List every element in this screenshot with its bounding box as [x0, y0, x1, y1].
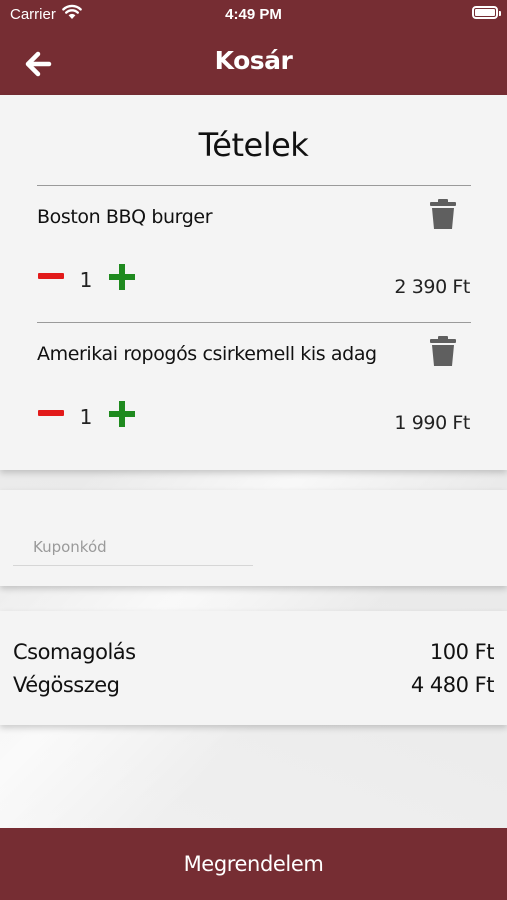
battery-icon: [472, 6, 501, 19]
header: Carrier 4:49 PM Kosár: [0, 0, 507, 95]
divider: [37, 185, 471, 186]
summary-card: [0, 611, 507, 725]
trash-icon[interactable]: [430, 336, 456, 366]
items-section-title: Tételek: [198, 126, 309, 164]
trash-icon[interactable]: [430, 199, 456, 229]
navbar: Kosár: [0, 28, 507, 95]
increase-quantity-button[interactable]: [109, 264, 135, 290]
increase-quantity-button[interactable]: [109, 401, 135, 427]
total-value: 4 480 Ft: [410, 673, 495, 697]
packaging-label: Csomagolás: [13, 640, 136, 664]
cart-item-name: Boston BBQ burger: [37, 206, 213, 228]
item-price: 1 990 Ft: [394, 412, 470, 434]
decrease-quantity-button[interactable]: [38, 273, 64, 279]
item-price: 2 390 Ft: [394, 276, 470, 298]
status-time: 4:49 PM: [225, 6, 282, 23]
divider: [37, 322, 471, 323]
quantity-value: 1: [79, 405, 93, 429]
coupon-code-input[interactable]: [13, 528, 253, 566]
cart-item-name: Amerikai ropogós csirkemell kis adag: [37, 343, 377, 365]
quantity-value: 1: [79, 268, 93, 292]
packaging-value: 100 Ft: [429, 640, 495, 664]
total-label: Végösszeg: [13, 673, 120, 697]
status-bar: Carrier 4:49 PM: [0, 0, 507, 28]
place-order-button[interactable]: Megrendelem: [0, 828, 507, 900]
page-title: Kosár: [214, 46, 293, 75]
decrease-quantity-button[interactable]: [38, 410, 64, 416]
